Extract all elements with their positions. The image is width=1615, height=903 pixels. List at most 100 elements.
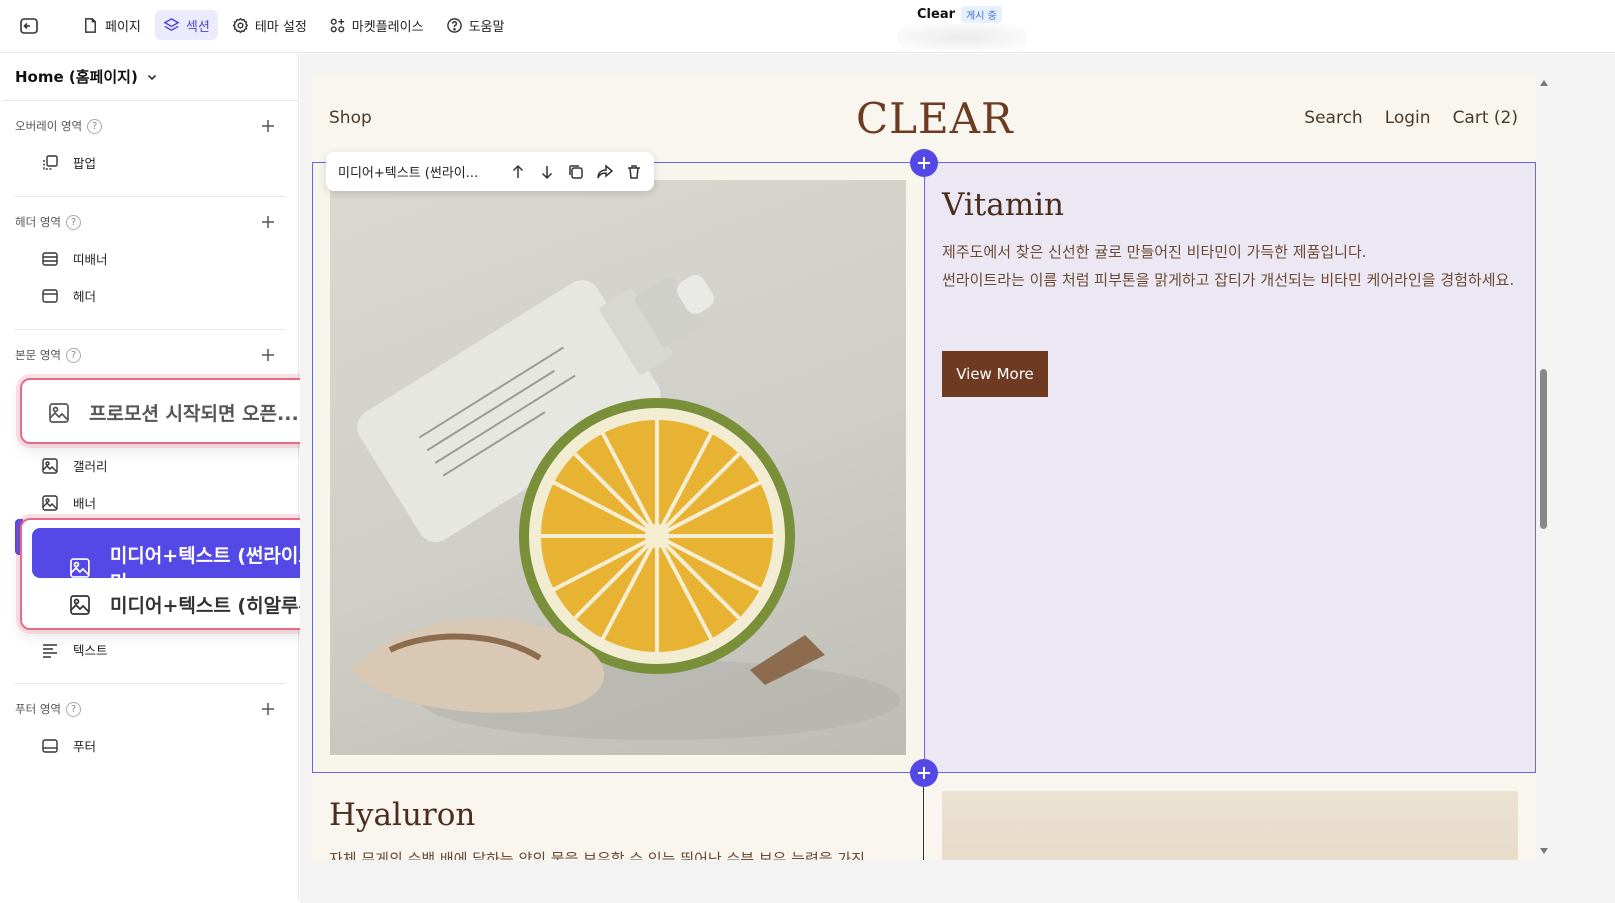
preview-scrollbar[interactable] bbox=[1537, 74, 1551, 860]
top-bar: 페이지 섹션 테마 설정 마켓플레이스 도움말 Clear 게시 중 bbox=[0, 0, 1615, 53]
nav-pages[interactable]: 페이지 bbox=[74, 10, 149, 40]
image-icon bbox=[42, 494, 58, 511]
page-selector[interactable]: Home (홈페이지) bbox=[15, 66, 158, 87]
header-icon bbox=[42, 288, 58, 303]
sidebar-item-label: 푸터 bbox=[73, 739, 97, 754]
share-icon[interactable] bbox=[596, 163, 614, 181]
scroll-up-icon[interactable] bbox=[1539, 78, 1549, 88]
product-image-hyaluron[interactable] bbox=[942, 791, 1518, 860]
sidebar-item-banner-strip[interactable]: 띠배너 bbox=[41, 249, 108, 268]
region-body-label: 본문 영역 bbox=[15, 348, 61, 362]
region-body-title: 본문 영역 ? bbox=[15, 347, 81, 363]
popup-icon bbox=[43, 154, 58, 170]
move-up-icon[interactable] bbox=[509, 163, 527, 181]
sidebar-item-label: 프로모션 시작되면 오픈... bbox=[89, 403, 299, 425]
plus-icon bbox=[918, 157, 930, 169]
section-description-hyaluron[interactable]: 자체 무게의 수백 배에 달하는 양의 물을 보유할 수 있는 뛰어난 수분 보… bbox=[329, 848, 865, 860]
media-text-section-vitamin[interactable]: Vitamin 제주도에서 찾은 신선한 귤로 만들어진 비타민이 가득한 제품… bbox=[312, 162, 1536, 773]
add-overlay-section-button[interactable] bbox=[260, 118, 276, 134]
image-icon bbox=[70, 594, 90, 615]
page-selector-label: Home (홈페이지) bbox=[15, 68, 138, 86]
scroll-down-icon[interactable] bbox=[1539, 846, 1549, 856]
exit-editor-icon[interactable] bbox=[18, 15, 40, 37]
store-nav-search[interactable]: Search bbox=[1304, 108, 1362, 128]
product-image-vitamin[interactable] bbox=[330, 180, 906, 755]
plus-icon bbox=[918, 767, 930, 779]
help-circle-icon bbox=[446, 17, 462, 33]
page-icon bbox=[85, 17, 96, 33]
editor-nav: 페이지 섹션 테마 설정 마켓플레이스 도움말 bbox=[74, 10, 512, 40]
divider bbox=[15, 196, 285, 197]
sidebar-item-label: 헤더 bbox=[73, 289, 97, 304]
nav-sections-label: 섹션 bbox=[185, 19, 210, 35]
description-line: 썬라이트라는 이름 처럼 피부톤을 맑게하고 잡티가 개선되는 비타민 케어라인… bbox=[942, 271, 1515, 289]
banner-strip-icon bbox=[42, 251, 58, 266]
product-photo bbox=[350, 275, 900, 740]
description-line: 제주도에서 찾은 신선한 귤로 만들어진 비타민이 가득한 제품입니다. bbox=[942, 243, 1367, 261]
region-footer-title: 푸터 영역 ? bbox=[15, 701, 81, 717]
nav-theme-settings[interactable]: 테마 설정 bbox=[224, 10, 315, 40]
help-icon[interactable]: ? bbox=[65, 347, 81, 363]
site-title[interactable]: Clear 게시 중 bbox=[897, 6, 1027, 50]
sidebar-item-label: 갤러리 bbox=[73, 459, 108, 474]
nav-theme-label: 테마 설정 bbox=[254, 19, 307, 35]
site-title-shadow bbox=[897, 24, 1027, 50]
region-overlay-title: 오버레이 영역 ? bbox=[15, 118, 103, 134]
region-footer-label: 푸터 영역 bbox=[15, 702, 61, 716]
region-overlay-label: 오버레이 영역 bbox=[15, 119, 83, 133]
nav-marketplace[interactable]: 마켓플레이스 bbox=[321, 10, 432, 40]
move-down-icon[interactable] bbox=[538, 163, 556, 181]
section-toolbar: 미디어+텍스트 (썬라이... bbox=[326, 152, 654, 191]
region-header-title: 헤더 영역 ? bbox=[15, 214, 81, 230]
chevron-down-icon bbox=[147, 74, 156, 80]
trash-icon[interactable] bbox=[625, 163, 643, 181]
add-section-above-button[interactable] bbox=[910, 149, 938, 177]
store-nav-login[interactable]: Login bbox=[1385, 108, 1431, 128]
help-icon[interactable]: ? bbox=[65, 701, 81, 717]
image-icon bbox=[42, 457, 58, 474]
help-icon[interactable]: ? bbox=[65, 214, 81, 230]
image-icon bbox=[49, 402, 69, 423]
sidebar-item-label: 팝업 bbox=[73, 156, 97, 171]
store-logo[interactable]: CLEAR bbox=[856, 94, 1014, 143]
store-nav-shop[interactable]: Shop bbox=[329, 108, 372, 128]
section-title-hyaluron[interactable]: Hyaluron bbox=[329, 797, 475, 833]
divider bbox=[15, 329, 285, 330]
divider bbox=[15, 683, 285, 684]
site-name: Clear bbox=[917, 7, 955, 22]
divider bbox=[3, 100, 299, 101]
nav-help[interactable]: 도움말 bbox=[438, 10, 513, 40]
scrollbar-thumb[interactable] bbox=[1540, 369, 1547, 529]
sidebar-item-label: 배너 bbox=[73, 496, 97, 511]
sidebar-item-gallery[interactable]: 갤러리 bbox=[41, 456, 108, 475]
store-preview: Shop CLEAR Search Login Cart (2) Vitamin… bbox=[312, 74, 1536, 860]
image-icon bbox=[70, 558, 90, 578]
view-more-button[interactable]: View More bbox=[942, 351, 1048, 397]
media-column bbox=[313, 163, 924, 772]
nav-sections[interactable]: 섹션 bbox=[154, 10, 218, 40]
add-footer-section-button[interactable] bbox=[260, 701, 276, 717]
help-icon[interactable]: ? bbox=[87, 118, 103, 134]
sidebar-item-promo[interactable]: 프로모션 시작되면 오픈... bbox=[47, 399, 299, 426]
sidebar-item-label: 띠배너 bbox=[73, 252, 108, 267]
add-section-below-button[interactable] bbox=[910, 759, 938, 787]
layers-icon bbox=[163, 17, 180, 31]
region-header-label: 헤더 영역 bbox=[15, 215, 61, 229]
add-header-section-button[interactable] bbox=[260, 214, 276, 230]
sidebar-item-footer[interactable]: 푸터 bbox=[41, 736, 96, 755]
section-description-vitamin[interactable]: 제주도에서 찾은 신선한 귤로 만들어진 비타민이 가득한 제품입니다. 썬라이… bbox=[942, 238, 1522, 294]
sidebar-item-text[interactable]: 텍스트 bbox=[41, 640, 108, 659]
store-nav-cart[interactable]: Cart (2) bbox=[1453, 108, 1518, 128]
sidebar-item-popup[interactable]: 팝업 bbox=[41, 153, 96, 172]
add-body-section-button[interactable] bbox=[260, 347, 276, 363]
sidebar-item-banner[interactable]: 배너 bbox=[41, 493, 96, 512]
nav-pages-label: 페이지 bbox=[105, 19, 141, 35]
duplicate-icon[interactable] bbox=[567, 163, 585, 181]
section-title-vitamin[interactable]: Vitamin bbox=[942, 187, 1064, 223]
sections-sidebar: Home (홈페이지) 오버레이 영역 ? 팝업 헤더 영역 ? 띠배너 헤더 … bbox=[3, 54, 299, 900]
sidebar-item-label: 텍스트 bbox=[73, 643, 108, 658]
text-icon bbox=[43, 643, 57, 658]
sidebar-item-header[interactable]: 헤더 bbox=[41, 286, 96, 305]
apps-icon bbox=[330, 18, 345, 32]
gear-icon bbox=[232, 17, 248, 33]
